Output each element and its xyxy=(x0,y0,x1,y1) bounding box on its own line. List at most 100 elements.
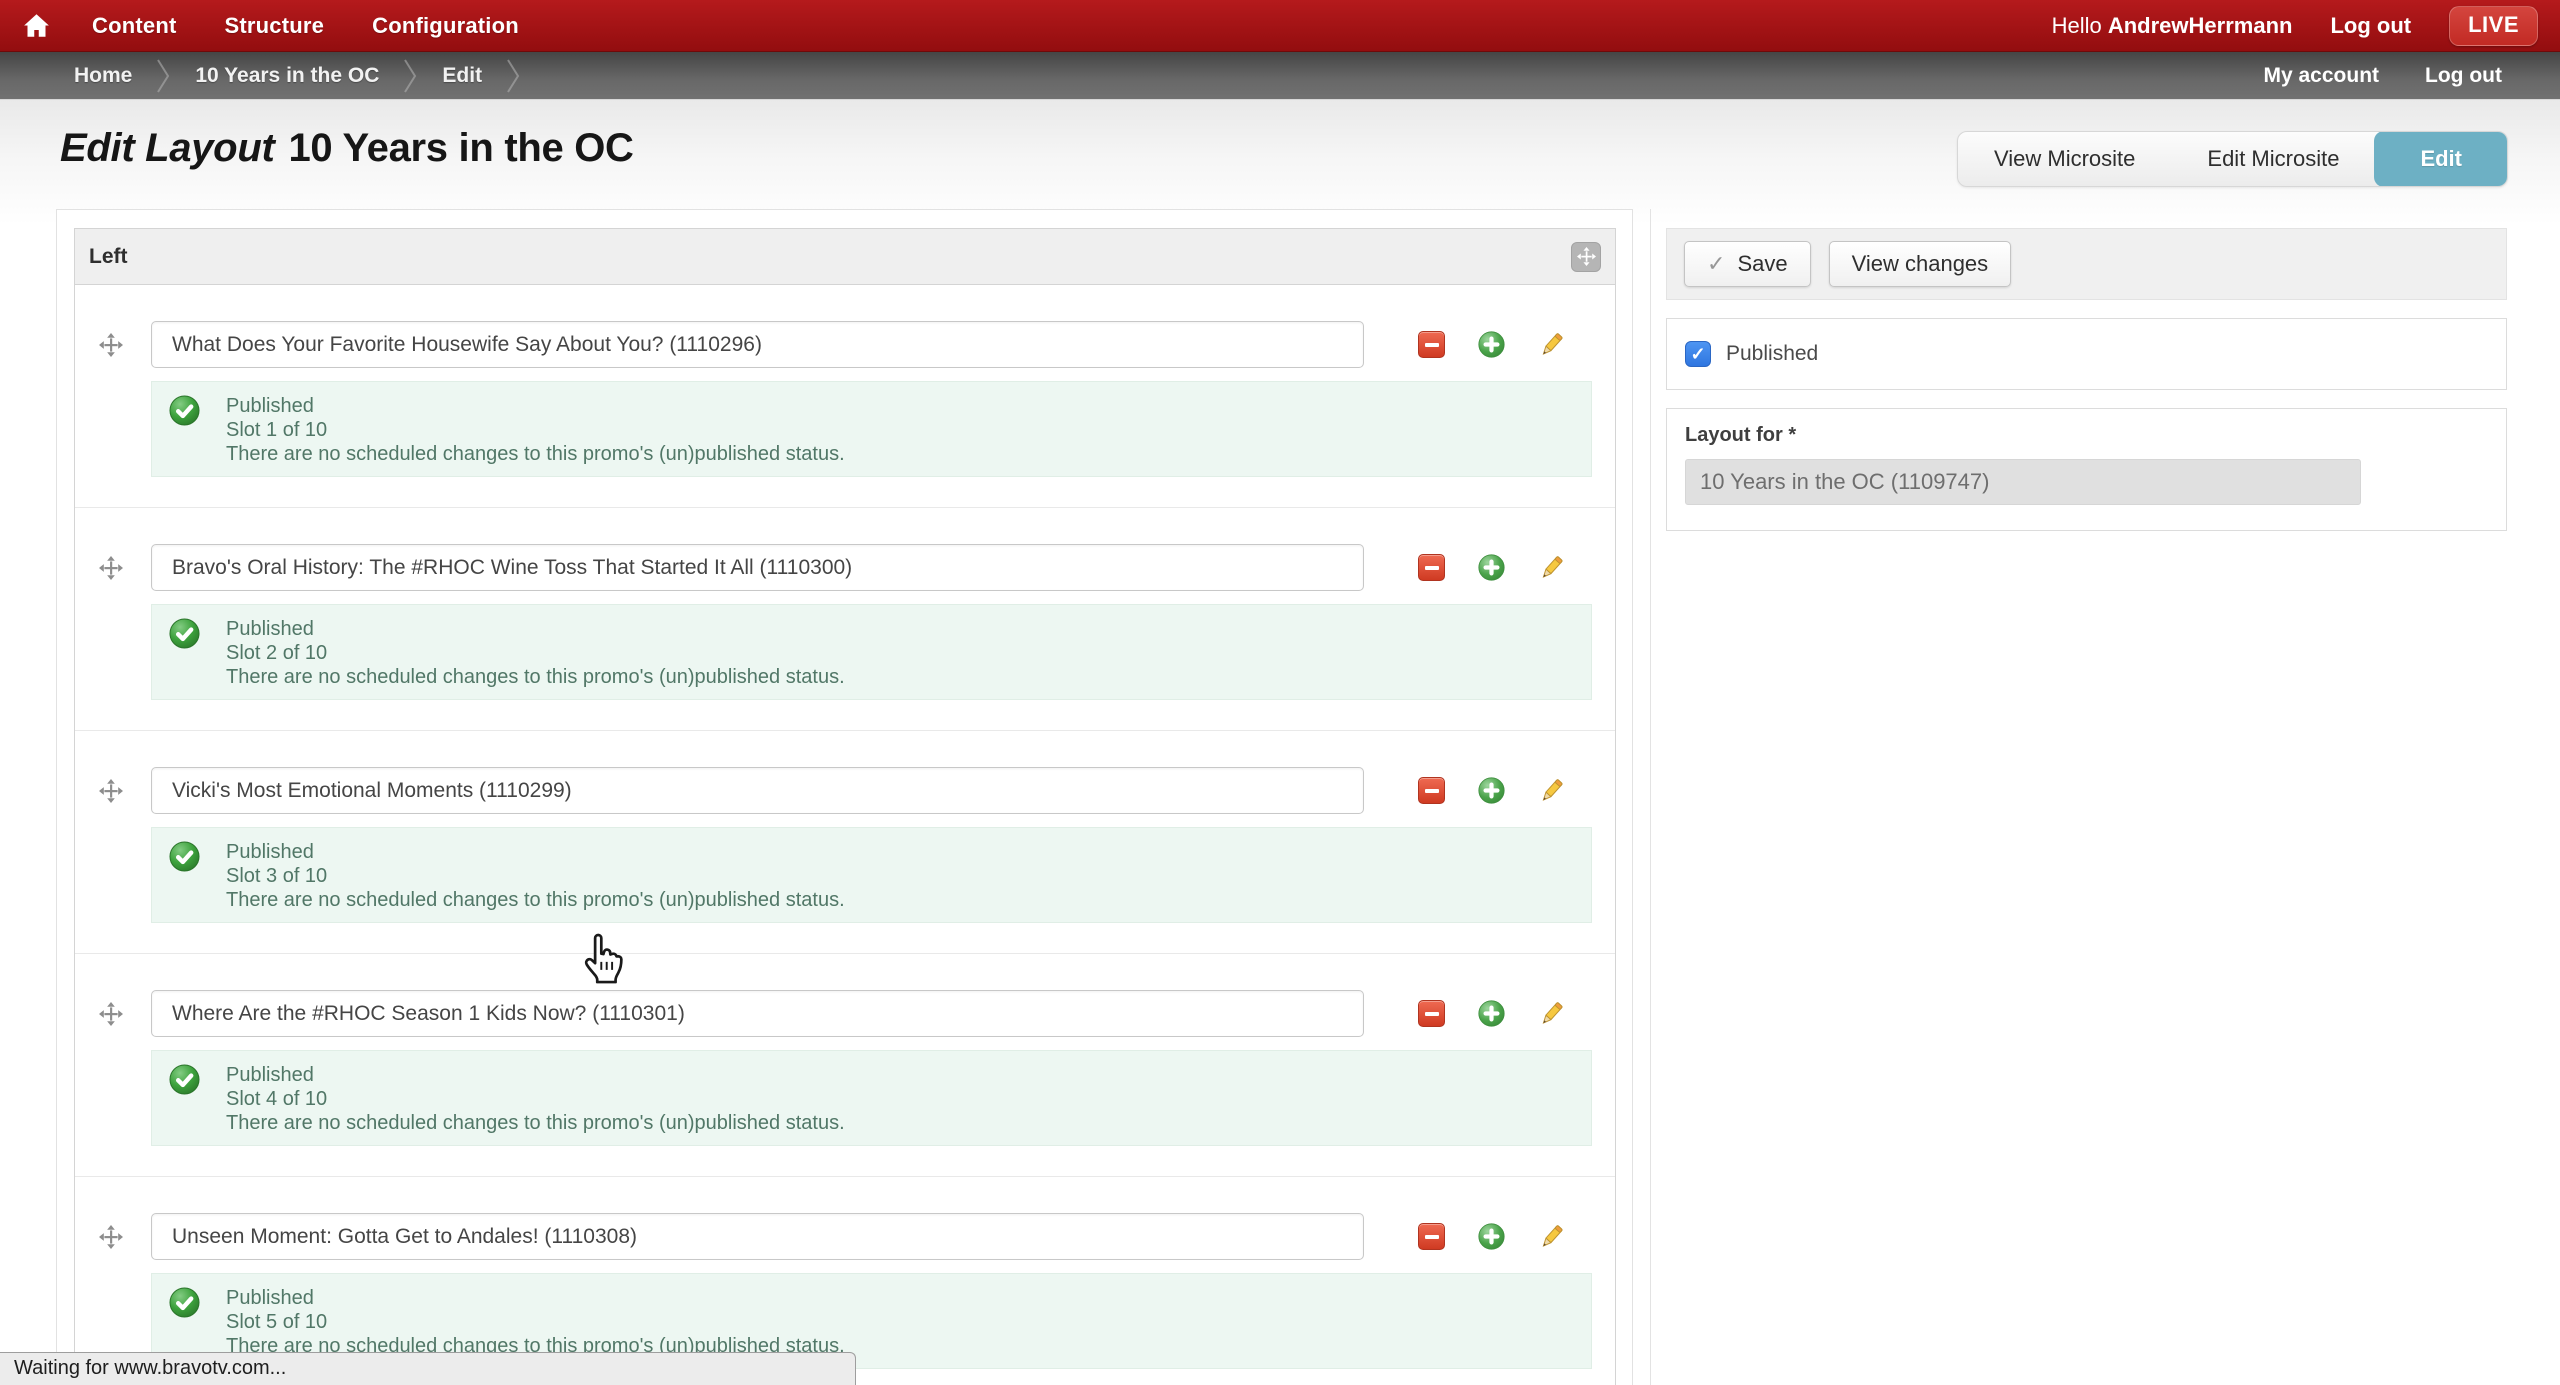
remove-promo-icon[interactable] xyxy=(1418,331,1445,358)
status-note: There are no scheduled changes to this p… xyxy=(226,442,1581,466)
drag-handle-icon[interactable] xyxy=(91,1002,131,1026)
form-actions: Save View changes xyxy=(1666,228,2507,300)
edit-promo-icon[interactable] xyxy=(1538,1000,1565,1027)
edit-promo-icon[interactable] xyxy=(1538,331,1565,358)
username: AndrewHerrmann xyxy=(2108,13,2293,38)
page-title-prefix: Edit Layout xyxy=(60,126,274,170)
view-mode-tabs: View Microsite Edit Microsite Edit xyxy=(1957,131,2508,187)
published-check-icon xyxy=(169,1287,200,1318)
promo-row: Published Slot 3 of 10 There are no sche… xyxy=(75,731,1615,954)
breadcrumb: Home 10 Years in the OC Edit xyxy=(0,57,535,95)
logout-link[interactable]: Log out xyxy=(2425,64,2502,88)
save-button-label: Save xyxy=(1737,251,1787,277)
breadcrumb-chevron-icon xyxy=(403,57,418,95)
remove-promo-icon[interactable] xyxy=(1418,1223,1445,1250)
status-published: Published xyxy=(226,1286,1581,1310)
home-icon[interactable] xyxy=(0,13,72,38)
add-promo-icon[interactable] xyxy=(1478,1000,1505,1027)
check-icon xyxy=(1707,251,1725,277)
region-header: Left xyxy=(75,229,1615,285)
page-title-text: 10 Years in the OC xyxy=(288,126,633,170)
status-slot: Slot 1 of 10 xyxy=(226,418,1581,442)
content-sidebar-divider xyxy=(1650,209,1651,1385)
layout-for-label: Layout for * xyxy=(1685,424,2488,447)
shortcut-bar: Home 10 Years in the OC Edit My account … xyxy=(0,52,2560,100)
admin-toolbar: Content Structure Configuration Hello An… xyxy=(0,0,2560,52)
published-check-icon xyxy=(169,841,200,872)
promo-status: Published Slot 3 of 10 There are no sche… xyxy=(151,827,1592,923)
status-slot: Slot 2 of 10 xyxy=(226,641,1581,665)
edit-promo-icon[interactable] xyxy=(1538,554,1565,581)
remove-promo-icon[interactable] xyxy=(1418,1000,1445,1027)
menu-item-configuration[interactable]: Configuration xyxy=(352,13,539,39)
my-account-link[interactable]: My account xyxy=(2264,64,2380,88)
status-slot: Slot 4 of 10 xyxy=(226,1087,1581,1111)
status-note: There are no scheduled changes to this p… xyxy=(226,665,1581,689)
admin-toolbar-right: Hello AndrewHerrmann Log out LIVE xyxy=(2052,6,2560,46)
published-field: Published xyxy=(1666,318,2507,390)
breadcrumb-page[interactable]: 10 Years in the OC xyxy=(185,64,389,88)
published-check-icon xyxy=(169,1064,200,1095)
add-promo-icon[interactable] xyxy=(1478,1223,1505,1250)
view-changes-label: View changes xyxy=(1852,251,1989,277)
promo-title-input[interactable] xyxy=(151,544,1364,591)
layout-for-input xyxy=(1685,459,2361,505)
promo-row: Published Slot 4 of 10 There are no sche… xyxy=(75,954,1615,1177)
promo-status: Published Slot 1 of 10 There are no sche… xyxy=(151,381,1592,477)
region-label: Left xyxy=(89,245,128,269)
layout-for-field: Layout for * xyxy=(1666,408,2507,531)
promo-status: Published Slot 2 of 10 There are no sche… xyxy=(151,604,1592,700)
status-slot: Slot 3 of 10 xyxy=(226,864,1581,888)
admin-menu: Content Structure Configuration xyxy=(72,13,539,39)
layout-editor-panel: Left Published Slot 1 of 10 xyxy=(56,209,1633,1385)
menu-item-structure[interactable]: Structure xyxy=(205,13,345,39)
drag-handle-icon[interactable] xyxy=(91,779,131,803)
promo-title-input[interactable] xyxy=(151,990,1364,1037)
breadcrumb-edit[interactable]: Edit xyxy=(432,64,492,88)
browser-status-bar: Waiting for www.bravotv.com... xyxy=(0,1352,856,1385)
published-checkbox[interactable] xyxy=(1685,341,1711,367)
edit-promo-icon[interactable] xyxy=(1538,1223,1565,1250)
greeting-prefix: Hello xyxy=(2052,13,2102,38)
status-note: There are no scheduled changes to this p… xyxy=(226,888,1581,912)
view-changes-button[interactable]: View changes xyxy=(1829,241,2012,287)
remove-promo-icon[interactable] xyxy=(1418,554,1445,581)
menu-item-content[interactable]: Content xyxy=(72,13,197,39)
status-published: Published xyxy=(226,1063,1581,1087)
status-published: Published xyxy=(226,394,1581,418)
published-check-icon xyxy=(169,618,200,649)
promo-row: Published Slot 2 of 10 There are no sche… xyxy=(75,508,1615,731)
drag-handle-icon[interactable] xyxy=(91,1225,131,1249)
region-move-icon[interactable] xyxy=(1571,242,1601,272)
breadcrumb-chevron-icon xyxy=(156,57,171,95)
status-published: Published xyxy=(226,840,1581,864)
account-links: My account Log out xyxy=(2264,64,2560,88)
published-checkbox-label[interactable]: Published xyxy=(1726,342,1818,366)
admin-logout-link[interactable]: Log out xyxy=(2330,13,2411,39)
edit-promo-icon[interactable] xyxy=(1538,777,1565,804)
published-check-icon xyxy=(169,395,200,426)
region-left-fieldset: Left Published Slot 1 of 10 xyxy=(74,228,1616,1385)
add-promo-icon[interactable] xyxy=(1478,777,1505,804)
promo-status: Published Slot 4 of 10 There are no sche… xyxy=(151,1050,1592,1146)
status-published: Published xyxy=(226,617,1581,641)
drag-handle-icon[interactable] xyxy=(91,556,131,580)
tab-view-microsite[interactable]: View Microsite xyxy=(1958,132,2171,186)
add-promo-icon[interactable] xyxy=(1478,554,1505,581)
live-environment-badge[interactable]: LIVE xyxy=(2449,6,2538,46)
promo-title-input[interactable] xyxy=(151,321,1364,368)
promo-row: Published Slot 1 of 10 There are no sche… xyxy=(75,285,1615,508)
breadcrumb-home[interactable]: Home xyxy=(64,64,142,88)
add-promo-icon[interactable] xyxy=(1478,331,1505,358)
promo-title-input[interactable] xyxy=(151,1213,1364,1260)
user-greeting: Hello AndrewHerrmann xyxy=(2052,13,2293,39)
promo-title-input[interactable] xyxy=(151,767,1364,814)
status-note: There are no scheduled changes to this p… xyxy=(226,1111,1581,1135)
drag-handle-icon[interactable] xyxy=(91,333,131,357)
tab-edit-microsite[interactable]: Edit Microsite xyxy=(2171,132,2375,186)
breadcrumb-chevron-icon xyxy=(506,57,521,95)
save-button[interactable]: Save xyxy=(1684,241,1811,287)
tab-edit[interactable]: Edit xyxy=(2374,131,2508,187)
remove-promo-icon[interactable] xyxy=(1418,777,1445,804)
status-slot: Slot 5 of 10 xyxy=(226,1310,1581,1334)
